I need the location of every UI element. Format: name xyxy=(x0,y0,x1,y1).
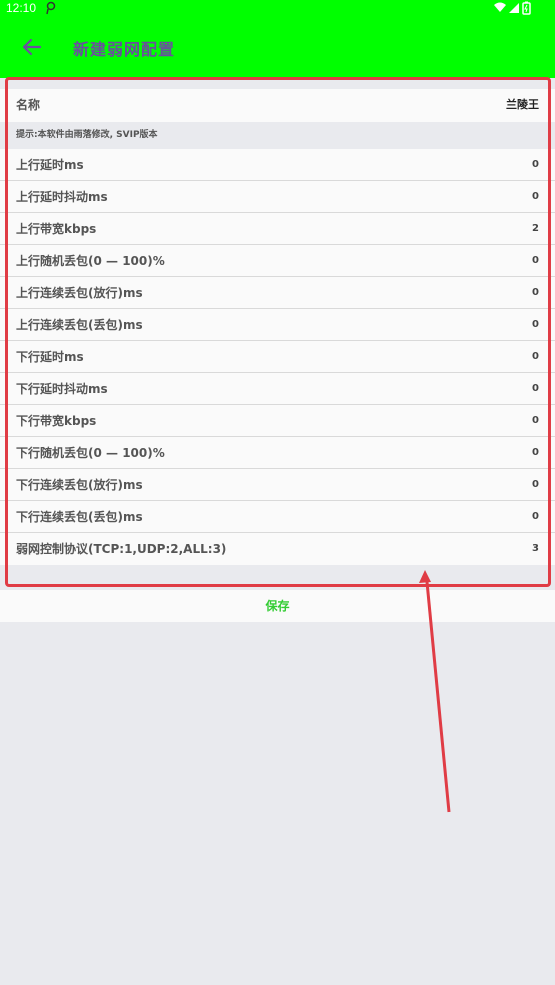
setting-row-downlink-burst-drop[interactable]: 下行连续丢包(丢包)ms 0 xyxy=(0,501,555,533)
setting-value: 0 xyxy=(532,383,539,394)
setting-value: 0 xyxy=(532,287,539,298)
setting-value: 3 xyxy=(532,543,539,554)
setting-label: 下行连续丢包(丢包)ms xyxy=(16,510,143,524)
name-label: 名称 xyxy=(16,98,41,112)
setting-value: 0 xyxy=(532,511,539,522)
setting-row-uplink-jitter[interactable]: 上行延时抖动ms 0 xyxy=(0,181,555,213)
battery-icon xyxy=(522,1,531,15)
setting-label: 下行延时ms xyxy=(16,350,84,364)
setting-value: 0 xyxy=(532,415,539,426)
setting-value: 0 xyxy=(532,159,539,170)
status-icons xyxy=(494,1,531,15)
setting-label: 下行带宽kbps xyxy=(16,414,97,428)
setting-value: 0 xyxy=(532,351,539,362)
setting-label: 上行随机丢包(0 — 100)% xyxy=(16,254,165,268)
setting-label: 上行连续丢包(丢包)ms xyxy=(16,318,143,332)
status-bar: 12:10 xyxy=(0,0,555,16)
setting-value: 0 xyxy=(532,255,539,266)
setting-value: 0 xyxy=(532,479,539,490)
setting-value: 0 xyxy=(532,319,539,330)
setting-label: 下行随机丢包(0 — 100)% xyxy=(16,446,165,460)
tip-text: 提示:本软件由雨落修改, SVIP版本 xyxy=(16,130,158,140)
setting-value: 0 xyxy=(532,447,539,458)
settings-list: 名称 兰陵王 提示:本软件由雨落修改, SVIP版本 上行延时ms 0 上行延时… xyxy=(0,89,555,565)
arrow-back-icon[interactable] xyxy=(18,35,46,59)
save-label: 保存 xyxy=(265,599,290,613)
setting-label: 上行带宽kbps xyxy=(16,222,97,236)
status-time: 12:10 xyxy=(6,1,37,15)
notification-icon xyxy=(46,1,56,15)
setting-row-downlink-burst-pass[interactable]: 下行连续丢包(放行)ms 0 xyxy=(0,469,555,501)
wifi-icon xyxy=(494,2,506,12)
app-bar: 新建弱网配置 xyxy=(0,16,555,78)
tip-row: 提示:本软件由雨落修改, SVIP版本 xyxy=(0,122,555,149)
name-value: 兰陵王 xyxy=(506,98,539,111)
setting-row-uplink-burst-pass[interactable]: 上行连续丢包(放行)ms 0 xyxy=(0,277,555,309)
setting-value: 2 xyxy=(532,223,539,234)
setting-row-protocol[interactable]: 弱网控制协议(TCP:1,UDP:2,ALL:3) 3 xyxy=(0,533,555,565)
setting-label: 弱网控制协议(TCP:1,UDP:2,ALL:3) xyxy=(16,542,227,556)
setting-row-downlink-random-loss[interactable]: 下行随机丢包(0 — 100)% 0 xyxy=(0,437,555,469)
setting-label: 上行连续丢包(放行)ms xyxy=(16,286,143,300)
save-button[interactable]: 保存 xyxy=(0,590,555,622)
setting-row-uplink-delay[interactable]: 上行延时ms 0 xyxy=(0,149,555,181)
setting-label: 上行延时抖动ms xyxy=(16,190,108,204)
setting-label: 下行延时抖动ms xyxy=(16,382,108,396)
setting-row-uplink-random-loss[interactable]: 上行随机丢包(0 — 100)% 0 xyxy=(0,245,555,277)
setting-row-downlink-jitter[interactable]: 下行延时抖动ms 0 xyxy=(0,373,555,405)
setting-row-downlink-bandwidth[interactable]: 下行带宽kbps 0 xyxy=(0,405,555,437)
setting-label: 上行延时ms xyxy=(16,158,84,172)
page-title: 新建弱网配置 xyxy=(73,40,176,59)
setting-row-uplink-bandwidth[interactable]: 上行带宽kbps 2 xyxy=(0,213,555,245)
name-row[interactable]: 名称 兰陵王 xyxy=(0,89,555,122)
setting-row-downlink-delay[interactable]: 下行延时ms 0 xyxy=(0,341,555,373)
signal-icon xyxy=(509,3,519,13)
setting-row-uplink-burst-drop[interactable]: 上行连续丢包(丢包)ms 0 xyxy=(0,309,555,341)
setting-label: 下行连续丢包(放行)ms xyxy=(16,478,143,492)
setting-value: 0 xyxy=(532,191,539,202)
